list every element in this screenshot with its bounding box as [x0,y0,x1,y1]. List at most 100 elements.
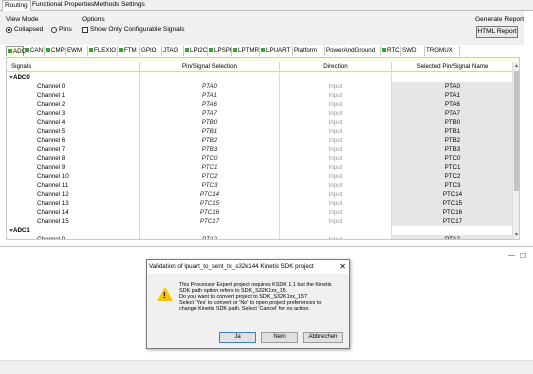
tab-functional-properties[interactable]: Functional Properties [30,0,96,11]
table-row[interactable]: Channel 13 PTC15 Input PTC15 [7,199,513,208]
cancel-button[interactable]: Abbrechen [303,332,343,343]
tab-settings[interactable]: Settings [119,0,147,11]
signal-cell: Channel 4 [37,119,66,126]
selected-pin-cell: PTB3 [391,145,513,154]
minimize-icon[interactable]: — [508,252,515,259]
table-row[interactable]: Channel 15 PTC17 Input PTC17 [7,217,513,226]
pin-selection-cell[interactable]: PTA2 [139,235,279,239]
signal-cell: Channel 9 [37,164,66,171]
tab-lptmr[interactable]: LPTMR [232,46,260,56]
tab-ewm[interactable]: EWM [66,46,88,56]
scrollbar-thumb[interactable] [514,71,519,191]
pin-selection-cell[interactable]: PTC3 [139,181,279,190]
tab-lpuart[interactable]: LPUART [260,46,293,56]
tab-label: CMP [51,47,65,54]
configured-marker-icon [89,48,93,52]
table-row[interactable]: Channel 12 PTC14 Input PTC14 [7,190,513,199]
pins-radio[interactable] [51,27,57,33]
direction-cell: Input [279,127,391,136]
maximize-icon[interactable]: ☐ [520,252,526,260]
signal-cell: Channel 11 [37,182,69,189]
tab-methods[interactable]: Methods [92,0,121,11]
yes-button[interactable]: Ja [219,332,256,343]
direction-cell: Input [279,163,391,172]
signal-cell: Channel 13 [37,200,69,207]
table-row[interactable]: Channel 1 PTA1 Input PTA1 [7,91,513,100]
no-button[interactable]: Nein [261,332,298,343]
table-row[interactable]: Channel 5 PTB1 Input PTB1 [7,127,513,136]
pin-selection-cell[interactable]: PTA0 [139,82,279,91]
tab-lpi2c[interactable]: LPI2C [184,46,208,56]
pin-selection-cell[interactable]: PTC2 [139,172,279,181]
table-row[interactable]: Channel 0 PTA0 Input PTA0 [7,82,513,91]
table-row[interactable]: Channel 9 PTC1 Input PTC1 [7,163,513,172]
header-direction: Direction [279,62,391,72]
tab-cmp[interactable]: CMP [45,46,66,56]
pin-selection-cell[interactable]: PTB1 [139,127,279,136]
configured-marker-icon [46,48,50,52]
direction-cell: Input [279,172,391,181]
pin-selection-cell[interactable]: PTA6 [139,100,279,109]
tab-rtc[interactable]: RTC [381,46,401,56]
tab-platform[interactable]: Platform [293,46,325,56]
table-row[interactable]: Channel 14 PTC16 Input PTC16 [7,208,513,217]
group-row[interactable]: ADC0 [7,73,513,82]
configured-marker-icon [25,48,29,52]
tab-gpio[interactable]: GPIO [140,46,162,56]
collapsed-label: Collapsed [14,26,44,33]
tab-swd[interactable]: SWD [401,46,425,56]
signal-cell: Channel 8 [37,155,66,162]
scroll-up-icon[interactable]: ▲ [514,63,519,69]
scroll-down-icon[interactable]: ▼ [514,232,519,238]
pin-selection-cell[interactable]: PTC17 [139,217,279,226]
table-row[interactable]: Channel 10 PTC2 Input PTC2 [7,172,513,181]
tab-powerandground[interactable]: PowerAndGround [325,46,381,56]
pin-selection-cell[interactable]: PTA1 [139,91,279,100]
tab-can[interactable]: CAN [24,46,45,56]
pin-selection-cell[interactable]: PTC1 [139,163,279,172]
table-row[interactable]: Channel 3 PTA7 Input PTA7 [7,109,513,118]
selected-pin-cell: PTC15 [391,199,513,208]
warning-icon-mark: ! [163,291,166,300]
direction-cell: Input [279,190,391,199]
html-report-button[interactable]: HTML Report [476,26,518,38]
table-row[interactable]: Channel 0 PTA2InputPTA2 [7,235,513,239]
table-vertical-scrollbar[interactable]: ▲ ▼ [512,62,519,239]
table-row[interactable]: Channel 8 PTC0 Input PTC0 [7,154,513,163]
table-row[interactable]: Channel 4 PTB0 Input PTB0 [7,118,513,127]
collapsed-radio[interactable] [6,27,12,33]
routing-table: Signals Pin/Signal Selection Direction S… [6,57,520,240]
pin-selection-cell [139,226,279,235]
close-icon[interactable]: ✕ [339,260,346,274]
direction-cell: Input [279,82,391,91]
pin-selection-cell[interactable]: PTB0 [139,118,279,127]
pin-selection-cell[interactable]: PTC16 [139,208,279,217]
table-body: ADC0 Channel 0 PTA0 Input PTA0 Channel 1 PTA1 I… [7,73,513,239]
pin-selection-cell[interactable]: PTC14 [139,190,279,199]
table-row[interactable]: Channel 6 PTB2 Input PTB2 [7,136,513,145]
table-row[interactable]: Channel 11 PTC3 Input PTC3 [7,181,513,190]
pin-selection-cell[interactable]: PTC15 [139,199,279,208]
direction-cell: Input [279,217,391,226]
tab-adc[interactable]: ADC [6,46,26,56]
pin-selection-cell[interactable]: PTB2 [139,136,279,145]
signal-cell: Channel 1 [37,92,66,99]
group-row[interactable]: ADC1 [7,226,513,235]
direction-cell: Input [279,154,391,163]
selected-pin-cell [391,226,513,235]
tab-lpspi[interactable]: LPSPI [208,46,232,56]
show-only-configurable-checkbox[interactable] [82,27,88,33]
direction-cell [279,226,391,235]
pin-selection-cell[interactable]: PTC0 [139,154,279,163]
options-title: Options [82,16,105,23]
table-row[interactable]: Channel 2 PTA6 Input PTA6 [7,100,513,109]
tab-trgmux[interactable]: TRGMUX [425,46,460,56]
status-bar [0,360,533,374]
tab-flexio[interactable]: FLEXIO [88,46,118,56]
tab-jtag[interactable]: JTAG [162,46,184,56]
tab-ftm[interactable]: FTM [118,46,140,56]
pin-selection-cell[interactable]: PTB3 [139,145,279,154]
pin-selection-cell[interactable]: PTA7 [139,109,279,118]
table-row[interactable]: Channel 7 PTB3 Input PTB3 [7,145,513,154]
direction-cell: Input [279,100,391,109]
